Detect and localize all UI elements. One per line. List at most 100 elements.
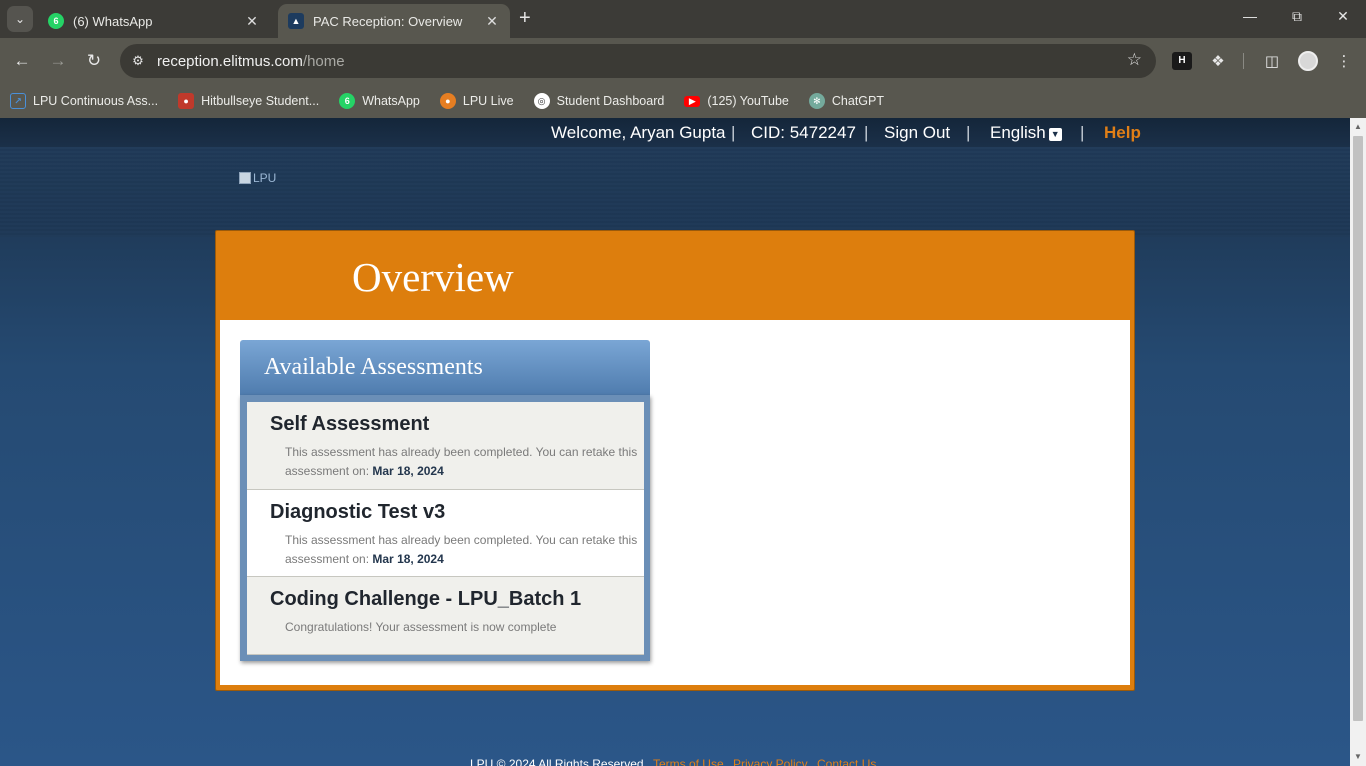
url-path: /home bbox=[302, 52, 345, 70]
bookmark-label: LPU Continuous Ass... bbox=[33, 94, 159, 108]
extensions-puzzle-icon[interactable]: ❖ bbox=[1208, 52, 1228, 70]
user-name: Aryan Gupta bbox=[630, 123, 726, 142]
back-icon[interactable]: ← bbox=[11, 50, 33, 72]
tab-search-button[interactable]: ⌄ bbox=[7, 6, 33, 32]
page-viewport: Welcome, Aryan Gupta | CID: 5472247 | Si… bbox=[0, 118, 1366, 766]
bookmark-lpu-continuous[interactable]: ↗ LPU Continuous Ass... bbox=[10, 93, 158, 109]
assessment-item-diagnostic-test[interactable]: Diagnostic Test v3 This assessment has a… bbox=[247, 490, 644, 577]
bookmark-label: ChatGPT bbox=[831, 94, 884, 108]
bookmark-student-dashboard[interactable]: ◎ Student Dashboard bbox=[533, 93, 665, 109]
assessment-status: Congratulations! Your assessment is now … bbox=[285, 618, 644, 637]
url-text[interactable]: reception.elitmus.com/home bbox=[157, 53, 345, 70]
assessment-list: Self Assessment This assessment has alre… bbox=[240, 395, 650, 661]
chevron-down-icon: ⌄ bbox=[14, 12, 26, 26]
broken-image-icon bbox=[239, 172, 251, 184]
bookmarks-bar: ↗ LPU Continuous Ass... ● Hitbullseye St… bbox=[0, 84, 1366, 118]
retake-date: Mar 18, 2024 bbox=[372, 552, 444, 566]
scrollbar-thumb[interactable] bbox=[1353, 136, 1363, 721]
logo-alt-text: LPU bbox=[253, 171, 277, 185]
user-header-bar: Welcome, Aryan Gupta | CID: 5472247 | Si… bbox=[0, 118, 1350, 147]
bookmark-whatsapp[interactable]: 6 WhatsApp bbox=[339, 93, 420, 109]
hitbullseye-icon: ● bbox=[178, 93, 195, 109]
divider: | bbox=[864, 123, 869, 142]
bookmark-label: WhatsApp bbox=[362, 94, 420, 108]
scroll-down-icon[interactable]: ▼ bbox=[1354, 752, 1362, 761]
lpu-live-icon: ● bbox=[439, 93, 456, 109]
new-tab-button[interactable]: + bbox=[519, 8, 531, 28]
close-icon[interactable]: ✕ bbox=[484, 13, 500, 30]
browser-toolbar: ← → ↻ ⚙ reception.elitmus.com/home ☆ H ❖… bbox=[0, 38, 1366, 84]
assessment-status-text: This assessment has already been complet… bbox=[285, 533, 638, 566]
language-select[interactable]: English ▼ bbox=[990, 123, 1062, 143]
tab-bar: ⌄ 6 (6) WhatsApp ✕ ▲ PAC Reception: Over… bbox=[0, 0, 1366, 38]
welcome-text: Welcome, Aryan Gupta bbox=[551, 123, 726, 143]
menu-kebab-icon[interactable]: ⋮ bbox=[1334, 52, 1354, 70]
assessment-item-coding-challenge[interactable]: Coding Challenge - LPU_Batch 1 Congratul… bbox=[247, 577, 644, 655]
tab-title: PAC Reception: Overview bbox=[313, 13, 463, 29]
assessments-heading: Available Assessments bbox=[240, 340, 650, 395]
divider: | bbox=[1080, 123, 1085, 142]
bookmark-star-icon[interactable]: ☆ bbox=[1127, 50, 1142, 70]
close-icon[interactable]: ✕ bbox=[244, 13, 260, 30]
bookmark-label: (125) YouTube bbox=[707, 94, 789, 108]
tab-pac-reception[interactable]: ▲ PAC Reception: Overview ✕ bbox=[278, 4, 510, 38]
window-close-icon[interactable]: ✕ bbox=[1333, 8, 1353, 25]
bookmark-chatgpt[interactable]: ✻ ChatGPT bbox=[808, 93, 884, 109]
toolbar-divider bbox=[1243, 53, 1244, 69]
pac-favicon-icon: ▲ bbox=[288, 13, 304, 29]
terms-link[interactable]: Terms of Use bbox=[653, 757, 724, 766]
globe-icon: ◎ bbox=[533, 93, 550, 109]
site-settings-icon[interactable]: ⚙ bbox=[128, 53, 148, 69]
available-assessments: Available Assessments Self Assessment Th… bbox=[240, 340, 650, 661]
assessment-name[interactable]: Diagnostic Test v3 bbox=[270, 501, 644, 524]
privacy-link[interactable]: Privacy Policy bbox=[733, 757, 808, 766]
divider: | bbox=[731, 123, 736, 142]
bookmark-hitbullseye[interactable]: ● Hitbullseye Student... bbox=[178, 93, 319, 109]
help-link[interactable]: Help bbox=[1104, 123, 1141, 143]
assessment-name[interactable]: Coding Challenge - LPU_Batch 1 bbox=[270, 588, 644, 611]
assessment-status-text: This assessment has already been complet… bbox=[285, 445, 638, 478]
assessment-status: This assessment has already been complet… bbox=[285, 443, 644, 481]
copyright-text: LPU © 2024 All Rights Reserved bbox=[470, 757, 644, 766]
url-domain: reception.elitmus.com bbox=[157, 52, 303, 70]
sign-out-link[interactable]: Sign Out bbox=[884, 123, 950, 143]
welcome-label: Welcome, bbox=[551, 123, 627, 142]
profile-avatar[interactable] bbox=[1298, 51, 1318, 71]
side-panel-icon[interactable]: ◫ bbox=[1262, 52, 1282, 70]
scroll-up-icon[interactable]: ▲ bbox=[1354, 122, 1362, 131]
header-texture bbox=[0, 147, 1350, 237]
divider: | bbox=[966, 123, 971, 142]
tab-title: (6) WhatsApp bbox=[73, 13, 153, 29]
overview-content: Available Assessments Self Assessment Th… bbox=[220, 320, 1130, 685]
whatsapp-icon: 6 bbox=[339, 93, 356, 109]
contact-link[interactable]: Contact Us bbox=[817, 757, 876, 766]
assessment-status-text: Congratulations! Your assessment is now … bbox=[285, 620, 557, 634]
external-link-icon: ↗ bbox=[10, 93, 26, 109]
bookmark-label: LPU Live bbox=[462, 94, 514, 108]
page-scrollbar[interactable]: ▲ ▼ bbox=[1350, 118, 1366, 766]
assessment-item-self-assessment[interactable]: Self Assessment This assessment has alre… bbox=[247, 402, 644, 490]
chevron-down-icon: ▼ bbox=[1048, 128, 1062, 141]
address-bar[interactable]: ⚙ reception.elitmus.com/home ☆ bbox=[120, 44, 1156, 78]
bookmark-label: Hitbullseye Student... bbox=[201, 94, 320, 108]
bookmark-youtube[interactable]: ▶ (125) YouTube bbox=[684, 94, 789, 108]
extension-icon[interactable]: H bbox=[1172, 52, 1192, 70]
page-title: Overview bbox=[352, 254, 514, 300]
bookmark-lpu-live[interactable]: ● LPU Live bbox=[439, 93, 514, 109]
chatgpt-icon: ✻ bbox=[808, 93, 825, 109]
whatsapp-icon: 6 bbox=[48, 13, 64, 29]
forward-icon[interactable]: → bbox=[47, 50, 69, 72]
bookmark-label: Student Dashboard bbox=[556, 94, 665, 108]
restore-icon[interactable]: ⧉ bbox=[1287, 8, 1307, 25]
youtube-icon: ▶ bbox=[684, 95, 701, 107]
retake-date: Mar 18, 2024 bbox=[372, 464, 444, 478]
tab-whatsapp[interactable]: 6 (6) WhatsApp ✕ bbox=[38, 4, 270, 38]
reload-icon[interactable]: ↻ bbox=[83, 50, 105, 72]
overview-panel: Overview Available Assessments Self Asse… bbox=[215, 230, 1135, 691]
language-label: English bbox=[990, 123, 1046, 142]
assessment-status: This assessment has already been complet… bbox=[285, 531, 644, 569]
page-footer: LPU © 2024 All Rights Reserved Terms of … bbox=[470, 757, 876, 766]
minimize-icon[interactable]: — bbox=[1240, 8, 1260, 24]
lpu-logo: LPU bbox=[239, 171, 276, 185]
assessment-name[interactable]: Self Assessment bbox=[270, 413, 644, 436]
